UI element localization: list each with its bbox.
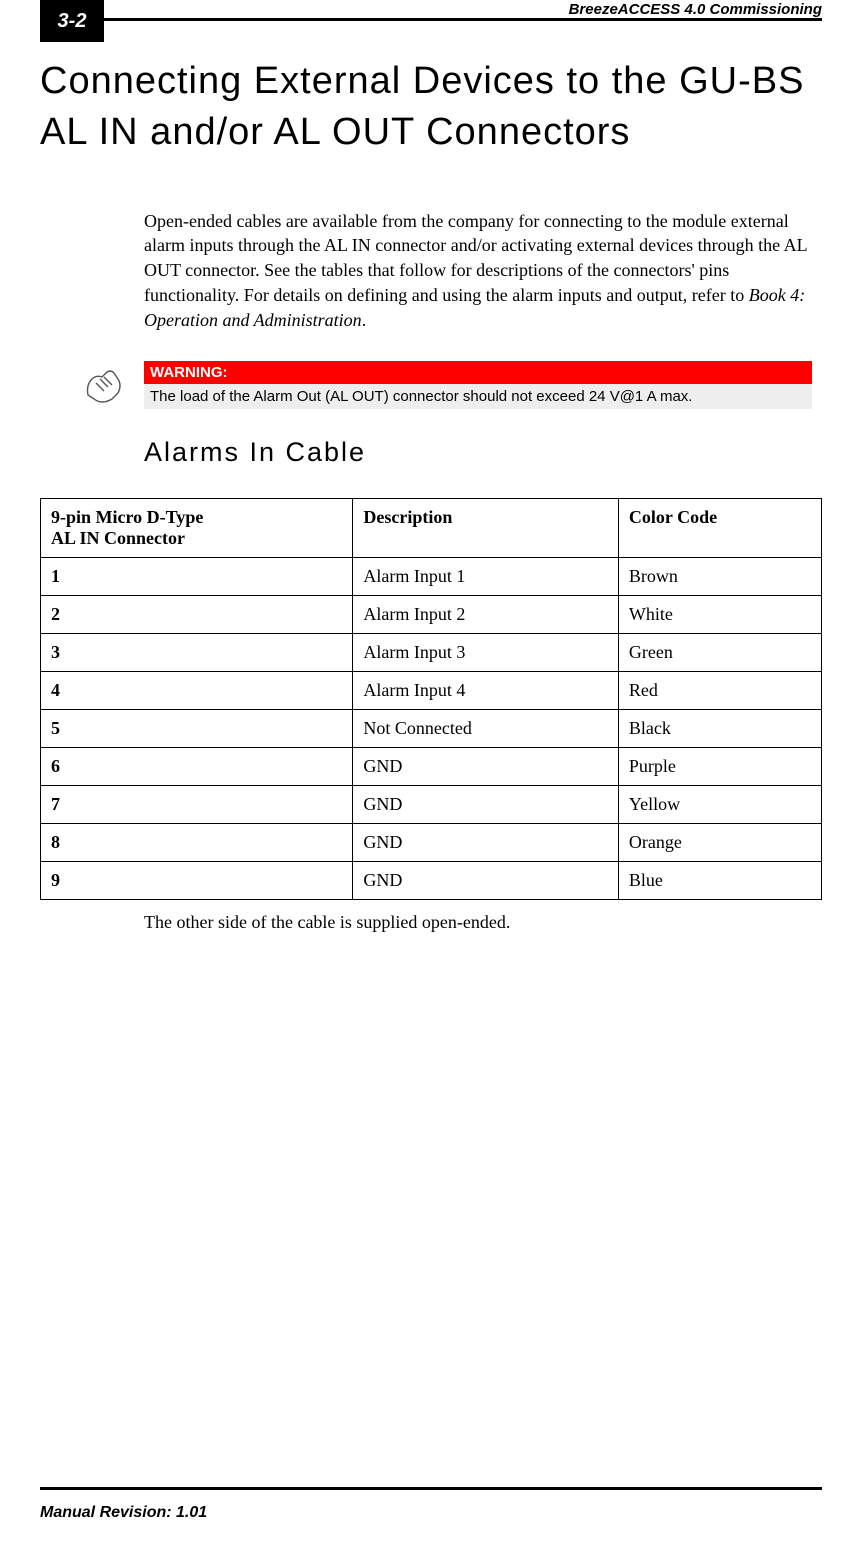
- color-cell: Green: [618, 633, 821, 671]
- desc-cell: GND: [353, 785, 619, 823]
- page-number: 3-2: [40, 0, 104, 42]
- intro-paragraph: Open-ended cables are available from the…: [144, 209, 812, 333]
- color-cell: Black: [618, 709, 821, 747]
- page-header: 3-2 BreezeACCESS 4.0 Commissioning: [40, 0, 822, 42]
- color-cell: Orange: [618, 823, 821, 861]
- color-cell: Yellow: [618, 785, 821, 823]
- intro-end: .: [362, 310, 367, 330]
- table-header-row: 9-pin Micro D-Type AL IN Connector Descr…: [41, 498, 822, 557]
- table-row: 2 Alarm Input 2 White: [41, 595, 822, 633]
- pin-table: 9-pin Micro D-Type AL IN Connector Descr…: [40, 498, 822, 900]
- desc-cell: GND: [353, 747, 619, 785]
- pin-cell: 1: [41, 557, 353, 595]
- table-header-line2: AL IN Connector: [51, 528, 185, 548]
- table-row: 3 Alarm Input 3 Green: [41, 633, 822, 671]
- table-row: 5 Not Connected Black: [41, 709, 822, 747]
- table-header-color: Color Code: [618, 498, 821, 557]
- running-title: BreezeACCESS 4.0 Commissioning: [563, 1, 822, 18]
- section-title: Alarms In Cable: [144, 437, 822, 468]
- warning-label: WARNING:: [144, 361, 812, 384]
- warning-block: WARNING: The load of the Alarm Out (AL O…: [144, 361, 812, 409]
- table-row: 4 Alarm Input 4 Red: [41, 671, 822, 709]
- pin-cell: 6: [41, 747, 353, 785]
- footer-rule: [40, 1487, 822, 1490]
- color-cell: Red: [618, 671, 821, 709]
- table-header-line1: 9-pin Micro D-Type: [51, 507, 203, 527]
- desc-cell: Alarm Input 1: [353, 557, 619, 595]
- color-cell: Purple: [618, 747, 821, 785]
- page-footer: Manual Revision: 1.01: [40, 1487, 822, 1522]
- hand-warning-icon: [82, 365, 128, 405]
- table-row: 9 GND Blue: [41, 861, 822, 899]
- desc-cell: GND: [353, 861, 619, 899]
- footer-text: Manual Revision: 1.01: [40, 1504, 822, 1522]
- desc-cell: Alarm Input 4: [353, 671, 619, 709]
- color-cell: White: [618, 595, 821, 633]
- closing-paragraph: The other side of the cable is supplied …: [144, 910, 812, 935]
- color-cell: Brown: [618, 557, 821, 595]
- color-cell: Blue: [618, 861, 821, 899]
- intro-text: Open-ended cables are available from the…: [144, 211, 807, 305]
- pin-cell: 3: [41, 633, 353, 671]
- desc-cell: GND: [353, 823, 619, 861]
- pin-cell: 2: [41, 595, 353, 633]
- desc-cell: Not Connected: [353, 709, 619, 747]
- pin-cell: 4: [41, 671, 353, 709]
- table-header-description: Description: [353, 498, 619, 557]
- table-row: 8 GND Orange: [41, 823, 822, 861]
- desc-cell: Alarm Input 2: [353, 595, 619, 633]
- table-row: 7 GND Yellow: [41, 785, 822, 823]
- table-row: 6 GND Purple: [41, 747, 822, 785]
- pin-cell: 8: [41, 823, 353, 861]
- pin-cell: 5: [41, 709, 353, 747]
- pin-cell: 7: [41, 785, 353, 823]
- warning-text: The load of the Alarm Out (AL OUT) conne…: [144, 384, 812, 409]
- header-rule: BreezeACCESS 4.0 Commissioning: [104, 18, 822, 42]
- pin-cell: 9: [41, 861, 353, 899]
- table-row: 1 Alarm Input 1 Brown: [41, 557, 822, 595]
- page-title: Connecting External Devices to the GU-BS…: [40, 56, 822, 159]
- desc-cell: Alarm Input 3: [353, 633, 619, 671]
- table-header-pin: 9-pin Micro D-Type AL IN Connector: [41, 498, 353, 557]
